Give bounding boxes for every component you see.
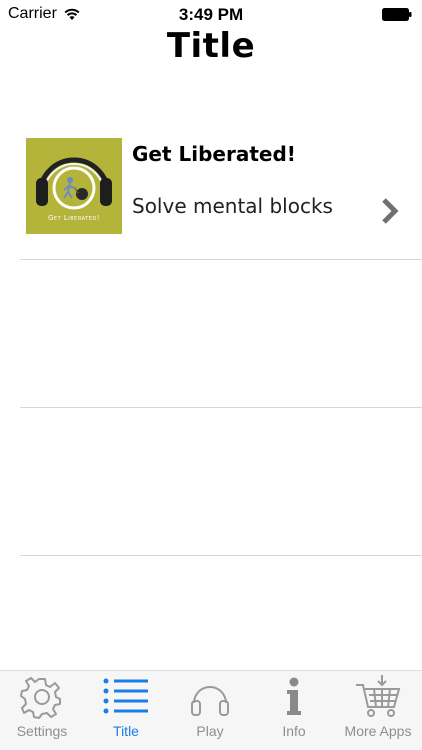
tab-play[interactable]: Play [168,675,252,747]
tab-label: Info [282,723,306,739]
list-icon [103,678,148,714]
tab-label: Title [113,723,139,739]
tab-settings[interactable]: Settings [0,675,84,747]
chevron-right-icon [382,198,399,224]
tab-info[interactable]: Info [252,675,336,747]
headphones-icon [191,686,229,716]
status-bar: Carrier 3:49 PM [0,0,422,28]
item-subtitle: Solve mental blocks [132,194,333,218]
tab-label: Play [196,723,224,739]
status-time: 3:49 PM [178,5,244,24]
tab-more-apps[interactable]: More Apps [336,675,420,747]
title-list: Get Liberated! Get Liberated! Solve ment… [0,112,422,556]
tab-title[interactable]: Title [84,675,168,747]
cart-icon [356,675,401,717]
tab-label: More Apps [344,723,412,739]
tab-label: Settings [16,723,68,739]
list-item-empty [20,260,422,408]
artwork-caption: Get Liberated! [48,214,100,222]
page-title: Title [166,26,256,66]
list-item[interactable]: Get Liberated! Get Liberated! Solve ment… [20,112,422,260]
item-title: Get Liberated! [132,142,296,166]
album-artwork: Get Liberated! [26,138,122,234]
info-icon [287,677,301,715]
tab-bar: Settings Title Play Info More Apps [0,670,422,750]
gear-icon [20,677,61,719]
list-item-empty [20,408,422,556]
battery-icon [382,8,412,21]
